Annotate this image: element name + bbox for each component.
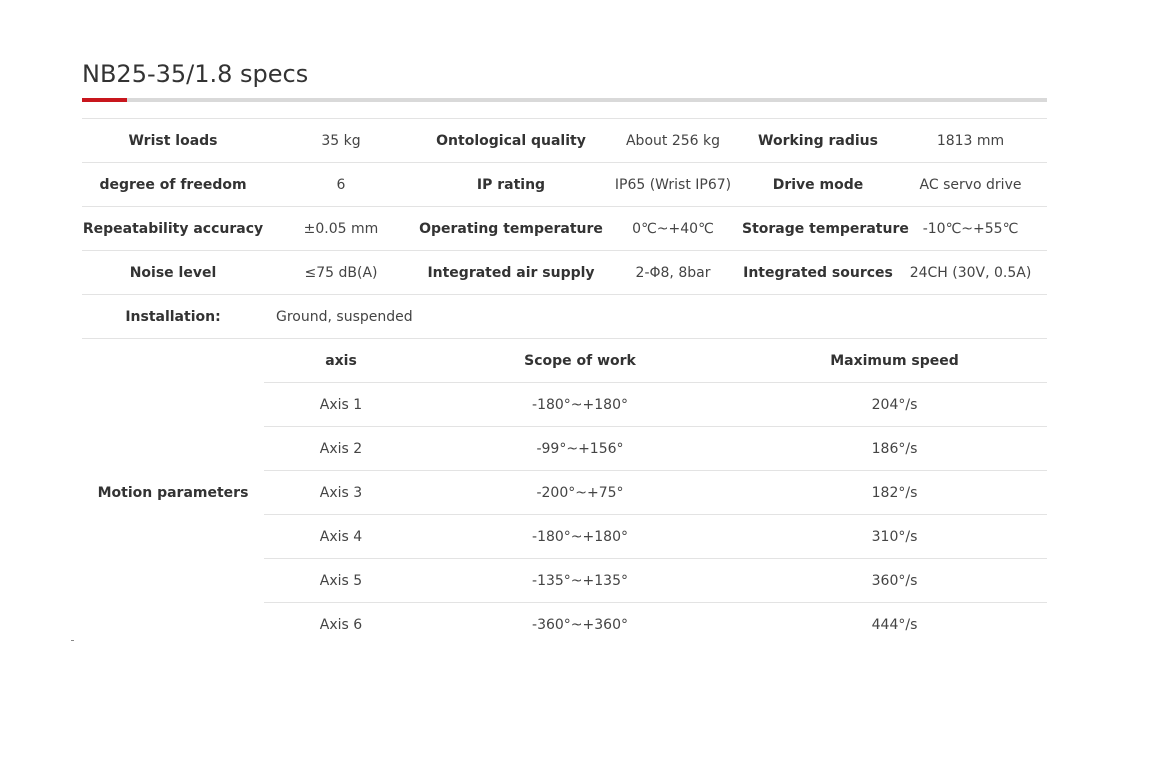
- motion-header-row: Motion parameters axis Scope of work Max…: [82, 338, 1047, 646]
- spec-value: -10℃~+55℃: [894, 206, 1047, 251]
- spec-value: 24CH (30V, 0.5A): [894, 250, 1047, 295]
- motion-header-scope: Scope of work: [418, 338, 742, 383]
- motion-speed: 310°/s: [742, 514, 1047, 559]
- spec-label: Storage temperature: [742, 206, 909, 251]
- spec-label: Installation:: [82, 294, 264, 339]
- spec-label: Noise level: [82, 250, 264, 295]
- spec-value: 6: [264, 162, 418, 207]
- motion-axis: Axis 2: [264, 426, 418, 471]
- motion-scope: -180°~+180°: [418, 382, 742, 427]
- spec-label: IP rating: [418, 162, 604, 207]
- page-title: NB25-35/1.8 specs: [82, 60, 309, 88]
- spec-label: Drive mode: [742, 162, 894, 207]
- motion-axis: Axis 1: [264, 382, 418, 427]
- motion-scope: -99°~+156°: [418, 426, 742, 471]
- specs-table: Wrist loads 35 kg Ontological quality Ab…: [82, 118, 1047, 646]
- spec-value: 0℃~+40℃: [604, 206, 742, 251]
- specs-page: NB25-35/1.8 specs Wrist loads 35 kg Onto…: [0, 0, 1151, 768]
- motion-parameters-label: Motion parameters: [82, 338, 264, 646]
- table-row: Wrist loads 35 kg Ontological quality Ab…: [82, 118, 1047, 163]
- motion-scope: -135°~+135°: [418, 558, 742, 603]
- spec-label: Integrated air supply: [418, 250, 604, 295]
- motion-axis: Axis 5: [264, 558, 418, 603]
- spec-label: Ontological quality: [418, 118, 604, 163]
- table-row: Noise level ≤75 dB(A) Integrated air sup…: [82, 250, 1047, 295]
- motion-speed: 360°/s: [742, 558, 1047, 603]
- spec-label: Operating temperature: [418, 206, 604, 251]
- spec-value: ≤75 dB(A): [264, 250, 418, 295]
- spec-value: ±0.05 mm: [264, 206, 418, 251]
- spec-value: AC servo drive: [894, 162, 1047, 207]
- motion-axis: Axis 3: [264, 470, 418, 515]
- motion-speed: 186°/s: [742, 426, 1047, 471]
- spec-value: 2-Φ8, 8bar: [604, 250, 742, 295]
- spec-label: Wrist loads: [82, 118, 264, 163]
- motion-header-speed: Maximum speed: [742, 338, 1047, 383]
- motion-speed: 444°/s: [742, 602, 1047, 646]
- motion-speed: 182°/s: [742, 470, 1047, 515]
- spec-value: 35 kg: [264, 118, 418, 163]
- table-row: degree of freedom 6 IP rating IP65 (Wris…: [82, 162, 1047, 207]
- title-underline-accent: [82, 98, 127, 102]
- spec-value: Ground, suspended: [264, 294, 1047, 339]
- spec-value: 1813 mm: [894, 118, 1047, 163]
- motion-axis: Axis 6: [264, 602, 418, 646]
- motion-scope: -180°~+180°: [418, 514, 742, 559]
- spec-label: Working radius: [742, 118, 894, 163]
- motion-scope: -200°~+75°: [418, 470, 742, 515]
- table-row: Installation: Ground, suspended: [82, 294, 1047, 339]
- stray-mark: [71, 640, 74, 641]
- spec-value: IP65 (Wrist IP67): [604, 162, 742, 207]
- motion-scope: -360°~+360°: [418, 602, 742, 646]
- title-underline: [82, 98, 1047, 102]
- motion-header-axis: axis: [264, 338, 418, 383]
- motion-speed: 204°/s: [742, 382, 1047, 427]
- spec-label: Repeatability accuracy: [82, 206, 264, 251]
- spec-label: degree of freedom: [82, 162, 264, 207]
- motion-axis: Axis 4: [264, 514, 418, 559]
- spec-value: About 256 kg: [604, 118, 742, 163]
- spec-label: Integrated sources: [742, 250, 894, 295]
- table-row: Repeatability accuracy ±0.05 mm Operatin…: [82, 206, 1047, 251]
